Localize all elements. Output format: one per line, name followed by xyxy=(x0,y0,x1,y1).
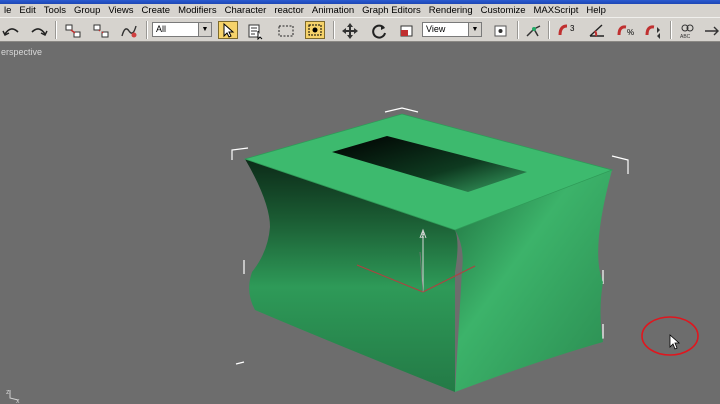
rectangle-selection-icon xyxy=(278,25,294,37)
selection-filter-dropdown[interactable]: All ▼ xyxy=(152,22,212,37)
select-and-scale-button[interactable] xyxy=(396,21,416,39)
reference-coordinate-value: View xyxy=(426,24,446,34)
spinner-snap-icon xyxy=(645,25,660,39)
unlink-icon xyxy=(93,24,109,38)
svg-text:%: % xyxy=(627,28,634,37)
move-icon xyxy=(342,23,358,39)
reference-coordinate-dropdown[interactable]: View ▼ xyxy=(422,22,482,37)
angle-snap-icon xyxy=(589,24,604,37)
select-by-name-button[interactable] xyxy=(245,21,265,40)
window-crossing-button[interactable] xyxy=(305,21,325,39)
menu-edit[interactable]: Edit xyxy=(15,4,39,17)
pivot-center-icon xyxy=(494,25,507,37)
toolbar-separator xyxy=(670,21,672,39)
menu-group[interactable]: Group xyxy=(70,4,104,17)
select-and-move-button[interactable] xyxy=(339,21,359,39)
menu-bar: le Edit Tools Group Views Create Modifie… xyxy=(0,4,720,17)
rectangular-selection-button[interactable] xyxy=(275,21,295,39)
toolbar-separator xyxy=(55,21,57,39)
menu-animation[interactable]: Animation xyxy=(308,4,358,17)
select-and-link-button[interactable] xyxy=(62,21,82,39)
named-selection-icon: ABC xyxy=(680,24,694,40)
menu-maxscript[interactable]: MAXScript xyxy=(530,4,583,17)
bind-to-space-warp-button[interactable] xyxy=(118,21,138,39)
rotate-icon xyxy=(372,24,386,39)
selection-filter-value: All xyxy=(156,24,167,34)
menu-modifiers[interactable]: Modifiers xyxy=(174,4,221,17)
menu-create[interactable]: Create xyxy=(138,4,175,17)
toolbar-separator xyxy=(548,21,550,39)
toolbar-separator xyxy=(517,21,519,39)
percent-snap-button[interactable]: % xyxy=(614,21,634,39)
snap-3d-icon: 3 xyxy=(558,24,575,36)
gizmo-z-label: z xyxy=(421,233,425,240)
link-icon xyxy=(65,24,81,38)
percent-snap-icon: % xyxy=(617,25,634,37)
toolbar-separator xyxy=(146,21,148,39)
select-and-rotate-button[interactable] xyxy=(368,21,388,39)
menu-customize[interactable]: Customize xyxy=(477,4,530,17)
unlink-selection-button[interactable] xyxy=(90,21,110,39)
world-x-label: x xyxy=(16,398,20,404)
undo-button[interactable] xyxy=(0,21,20,39)
space-warp-icon xyxy=(121,25,137,38)
viewport-canvas: z z x xyxy=(6,107,699,404)
select-and-manipulate-button[interactable] xyxy=(523,21,543,39)
undo-icon xyxy=(2,28,19,36)
menu-rendering[interactable]: Rendering xyxy=(425,4,477,17)
window-crossing-icon xyxy=(308,24,322,36)
cursor-arrow-icon xyxy=(223,22,235,38)
viewport-label[interactable]: erspective xyxy=(1,47,42,57)
menu-reactor[interactable]: reactor xyxy=(270,4,308,17)
menu-views[interactable]: Views xyxy=(104,4,137,17)
perspective-viewport[interactable]: erspective z z x xyxy=(0,42,720,404)
manipulate-icon xyxy=(526,25,541,37)
svg-text:ABC: ABC xyxy=(680,34,691,40)
toolbar-separator xyxy=(333,21,335,39)
menu-character[interactable]: Character xyxy=(221,4,271,17)
angle-snap-button[interactable] xyxy=(585,21,605,39)
redo-icon xyxy=(31,28,48,36)
menu-graph-editors[interactable]: Graph Editors xyxy=(358,4,425,17)
snaps-toggle-button[interactable]: 3 xyxy=(556,21,576,39)
world-z-label: z xyxy=(6,389,10,396)
edit-named-selection-button[interactable]: ABC xyxy=(676,21,696,40)
menu-file[interactable]: le xyxy=(0,4,15,17)
redo-button[interactable] xyxy=(28,21,48,39)
select-by-name-icon xyxy=(248,24,263,40)
mirror-button[interactable] xyxy=(702,21,720,39)
scale-icon xyxy=(400,25,413,37)
mouse-cursor-icon xyxy=(669,334,681,350)
spinner-snap-button[interactable] xyxy=(642,21,662,39)
world-axis-tripod: z x xyxy=(6,389,20,404)
svg-text:3: 3 xyxy=(570,24,575,33)
chevron-down-icon: ▼ xyxy=(198,23,211,36)
menu-help[interactable]: Help xyxy=(582,4,610,17)
main-toolbar: All ▼ View ▼ 3 % ABC xyxy=(0,17,720,42)
menu-tools[interactable]: Tools xyxy=(40,4,70,17)
chevron-down-icon: ▼ xyxy=(468,23,481,36)
select-object-button[interactable] xyxy=(218,21,238,39)
mirror-icon xyxy=(705,26,719,36)
pivot-center-button[interactable] xyxy=(490,21,510,39)
